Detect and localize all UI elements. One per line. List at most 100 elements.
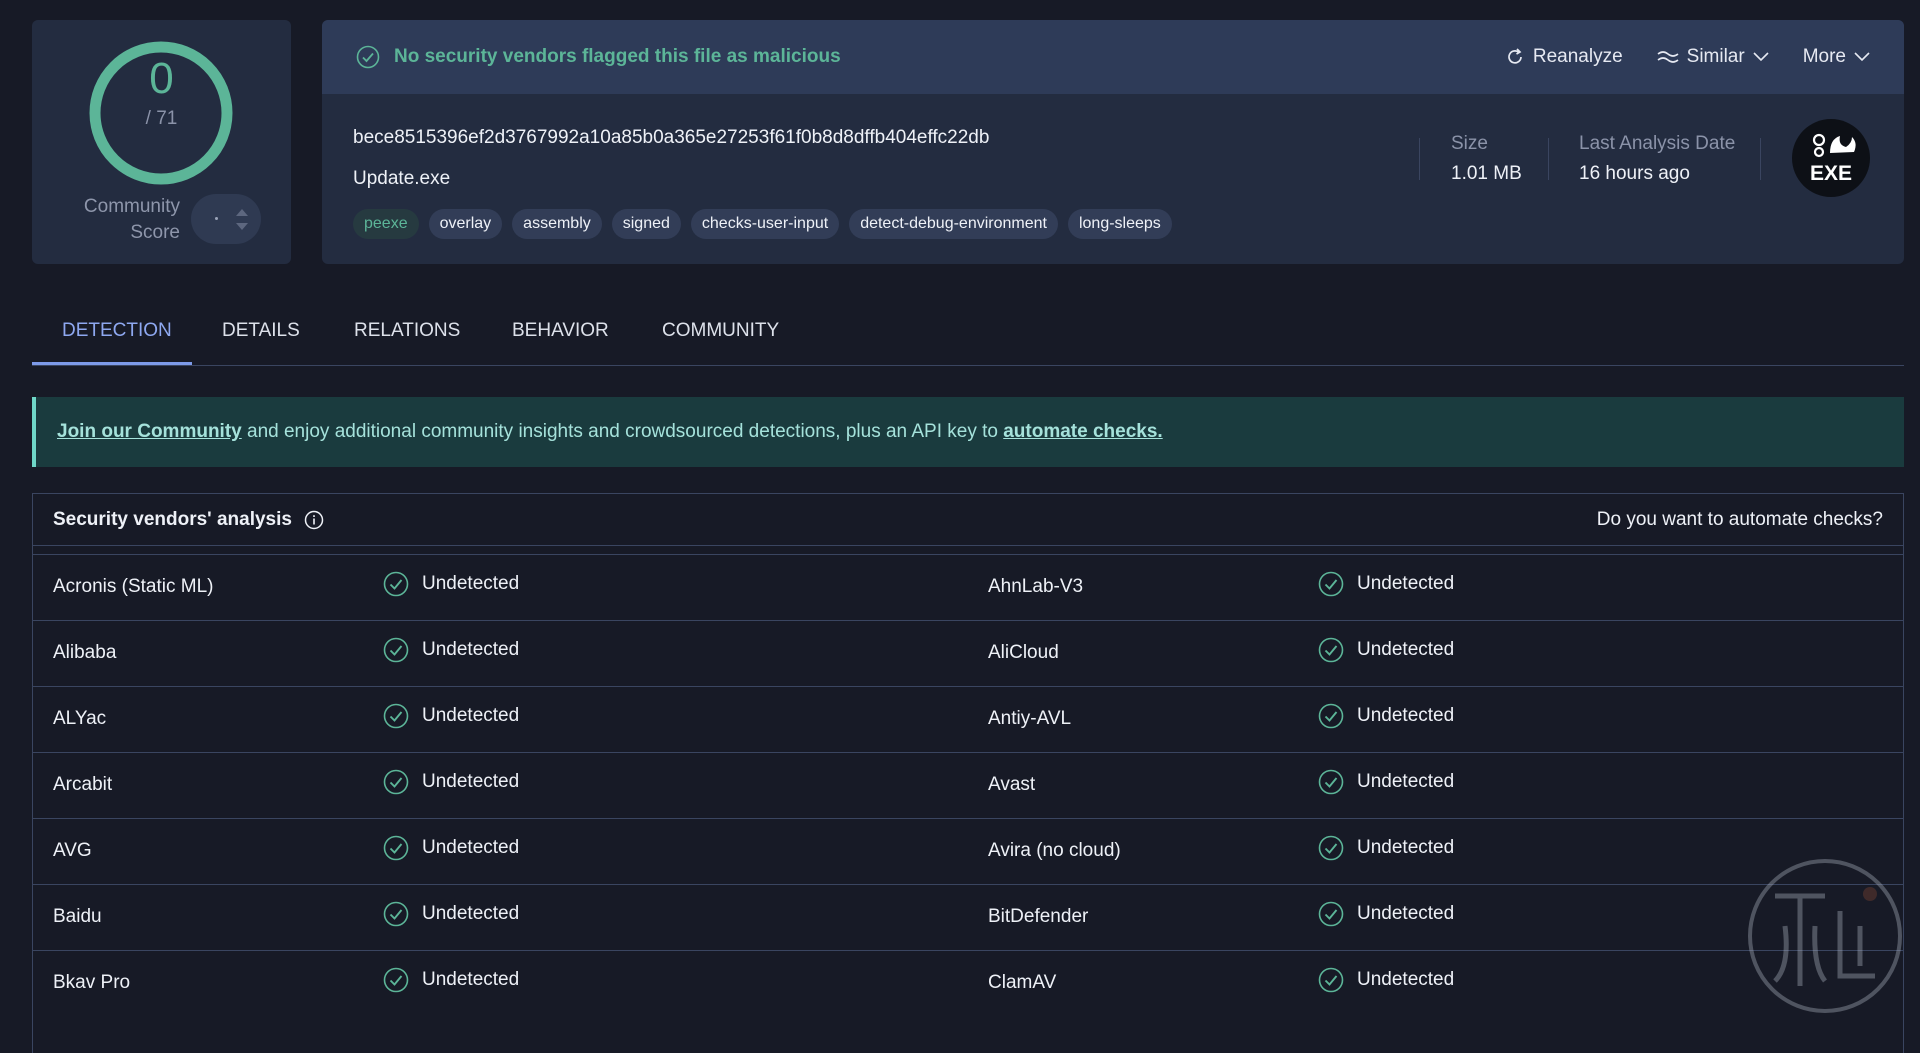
tab-detection[interactable]: DETECTION: [62, 320, 172, 342]
file-hash[interactable]: bece8515396ef2d3767992a10a85b0a365e27253…: [353, 127, 989, 149]
vendor-name: Bkav Pro: [53, 972, 131, 993]
tab-bar: DETECTION DETAILS RELATIONS BEHAVIOR COM…: [32, 300, 1904, 366]
automate-checks-prompt[interactable]: Do you want to automate checks?: [1597, 509, 1883, 531]
downvote-icon[interactable]: [236, 223, 248, 230]
join-community-link[interactable]: Join our Community: [57, 421, 242, 442]
join-community-middle: and enjoy additional community insights …: [241, 421, 1004, 442]
tab-behavior[interactable]: BEHAVIOR: [512, 320, 609, 342]
check-circle-icon: [1318, 769, 1344, 795]
chevron-down-icon: [1854, 52, 1870, 62]
automate-checks-link[interactable]: automate checks.: [1003, 421, 1162, 442]
status-banner: No security vendors flagged this file as…: [322, 20, 1904, 94]
vendor-result-text: Undetected: [1357, 837, 1455, 858]
join-community-banner: Join our Community and enjoy additional …: [32, 397, 1904, 467]
more-label: More: [1802, 46, 1846, 67]
tab-community[interactable]: COMMUNITY: [662, 320, 779, 342]
watermark-logo: [1748, 859, 1902, 1013]
vendor-name: Baidu: [53, 906, 102, 927]
detection-score-card: 0 / 71 Community Score: [32, 20, 291, 264]
similar-button[interactable]: Similar: [1657, 46, 1769, 68]
file-name: Update.exe: [353, 168, 451, 189]
more-button[interactable]: More: [1803, 46, 1870, 68]
tab-details[interactable]: DETAILS: [222, 320, 300, 342]
vendor-result-text: Undetected: [422, 573, 520, 594]
vendor-result: Undetected: [1318, 769, 1454, 795]
vendor-result-text: Undetected: [1357, 639, 1455, 660]
vendor-name: Acronis (Static ML): [53, 576, 214, 597]
file-tag[interactable]: signed: [611, 209, 681, 239]
file-tag[interactable]: overlay: [428, 209, 503, 239]
vendor-row: Baidu Undetected BitDefender Undetected: [33, 884, 1903, 950]
check-circle-icon: [1318, 901, 1344, 927]
file-tag[interactable]: detect-debug-environment: [849, 209, 1058, 239]
join-community-text: Join our Community and enjoy additional …: [57, 421, 1163, 443]
vendor-row: ALYac Undetected Antiy-AVL Undetected: [33, 686, 1903, 752]
vendor-name: Alibaba: [53, 642, 117, 663]
vendor-row: Bkav Pro Undetected ClamAV Undetected: [33, 950, 1903, 1016]
check-circle-icon: [1318, 835, 1344, 861]
check-circle-icon: [383, 637, 409, 663]
security-vendors-analysis: Security vendors' analysis Do you want t…: [32, 493, 1904, 1053]
file-tag[interactable]: long-sleeps: [1067, 209, 1172, 239]
vote-dot-icon: [215, 217, 218, 220]
reanalyze-button[interactable]: Reanalyze: [1505, 46, 1623, 68]
vendor-result: Undetected: [383, 901, 519, 927]
detection-score-total: / 71: [145, 108, 178, 129]
vendor-result: Undetected: [1318, 703, 1454, 729]
vendor-result-text: Undetected: [1357, 705, 1455, 726]
similar-icon: [1657, 51, 1679, 63]
community-label-line1: Community: [83, 196, 180, 217]
vendor-result: Undetected: [383, 967, 519, 993]
divider: [1760, 138, 1761, 180]
check-circle-icon: [383, 967, 409, 993]
vendor-result-text: Undetected: [1357, 573, 1455, 594]
check-circle-icon: [1318, 571, 1344, 597]
file-tag[interactable]: checks-user-input: [690, 209, 840, 239]
status-text: No security vendors flagged this file as…: [394, 46, 841, 67]
file-tag[interactable]: assembly: [512, 209, 602, 239]
vendor-name: Arcabit: [53, 774, 113, 795]
check-circle-icon: [383, 835, 409, 861]
upvote-icon[interactable]: [236, 209, 248, 216]
size-value: 1.01 MB: [1451, 163, 1522, 184]
vendor-result: Undetected: [383, 835, 519, 861]
vendor-result: Undetected: [383, 571, 519, 597]
vendor-row: Arcabit Undetected Avast Undetected: [33, 752, 1903, 818]
check-circle-icon: [1318, 703, 1344, 729]
vendor-name: Avira (no cloud): [988, 840, 1121, 861]
vendor-result: Undetected: [1318, 835, 1454, 861]
vendor-result: Undetected: [1318, 967, 1454, 993]
check-circle-icon: [383, 703, 409, 729]
vendor-result-text: Undetected: [422, 837, 520, 858]
info-icon[interactable]: [304, 510, 324, 530]
community-label-line2: Score: [130, 222, 180, 243]
analysis-title-text: Security vendors' analysis: [53, 509, 292, 530]
file-type-label: EXE: [1809, 162, 1853, 185]
chevron-down-icon: [1753, 52, 1769, 62]
vendor-result-text: Undetected: [422, 969, 520, 990]
vendor-results-table: Acronis (Static ML) Undetected AhnLab-V3 Un…: [33, 554, 1903, 1016]
vendor-result-text: Undetected: [422, 771, 520, 792]
vendor-result-text: Undetected: [1357, 771, 1455, 792]
vendor-result-text: Undetected: [422, 705, 520, 726]
vendor-result: Undetected: [1318, 637, 1454, 663]
file-tags: peexe overlay assembly signed checks-user-in…: [353, 209, 1172, 239]
check-circle-icon: [1318, 967, 1344, 993]
community-vote-control[interactable]: [191, 194, 261, 244]
vendor-row: AVG Undetected Avira (no cloud) Undetected: [33, 818, 1903, 884]
detection-score-value: 0: [149, 54, 174, 103]
vendor-result-text: Undetected: [1357, 969, 1455, 990]
file-tag[interactable]: peexe: [353, 209, 419, 239]
divider: [1419, 138, 1420, 180]
check-circle-icon: [383, 571, 409, 597]
check-circle-icon: [356, 45, 380, 69]
analysis-header: Security vendors' analysis Do you want t…: [33, 494, 1903, 546]
analysis-title: Security vendors' analysis: [53, 509, 324, 531]
status-message: No security vendors flagged this file as…: [356, 45, 841, 69]
tab-relations[interactable]: RELATIONS: [354, 320, 460, 342]
exe-file-icon: EXE: [1792, 119, 1870, 197]
check-circle-icon: [1318, 637, 1344, 663]
vendor-result: Undetected: [1318, 901, 1454, 927]
vendor-name: AhnLab-V3: [988, 576, 1084, 597]
vendor-result-text: Undetected: [422, 903, 520, 924]
